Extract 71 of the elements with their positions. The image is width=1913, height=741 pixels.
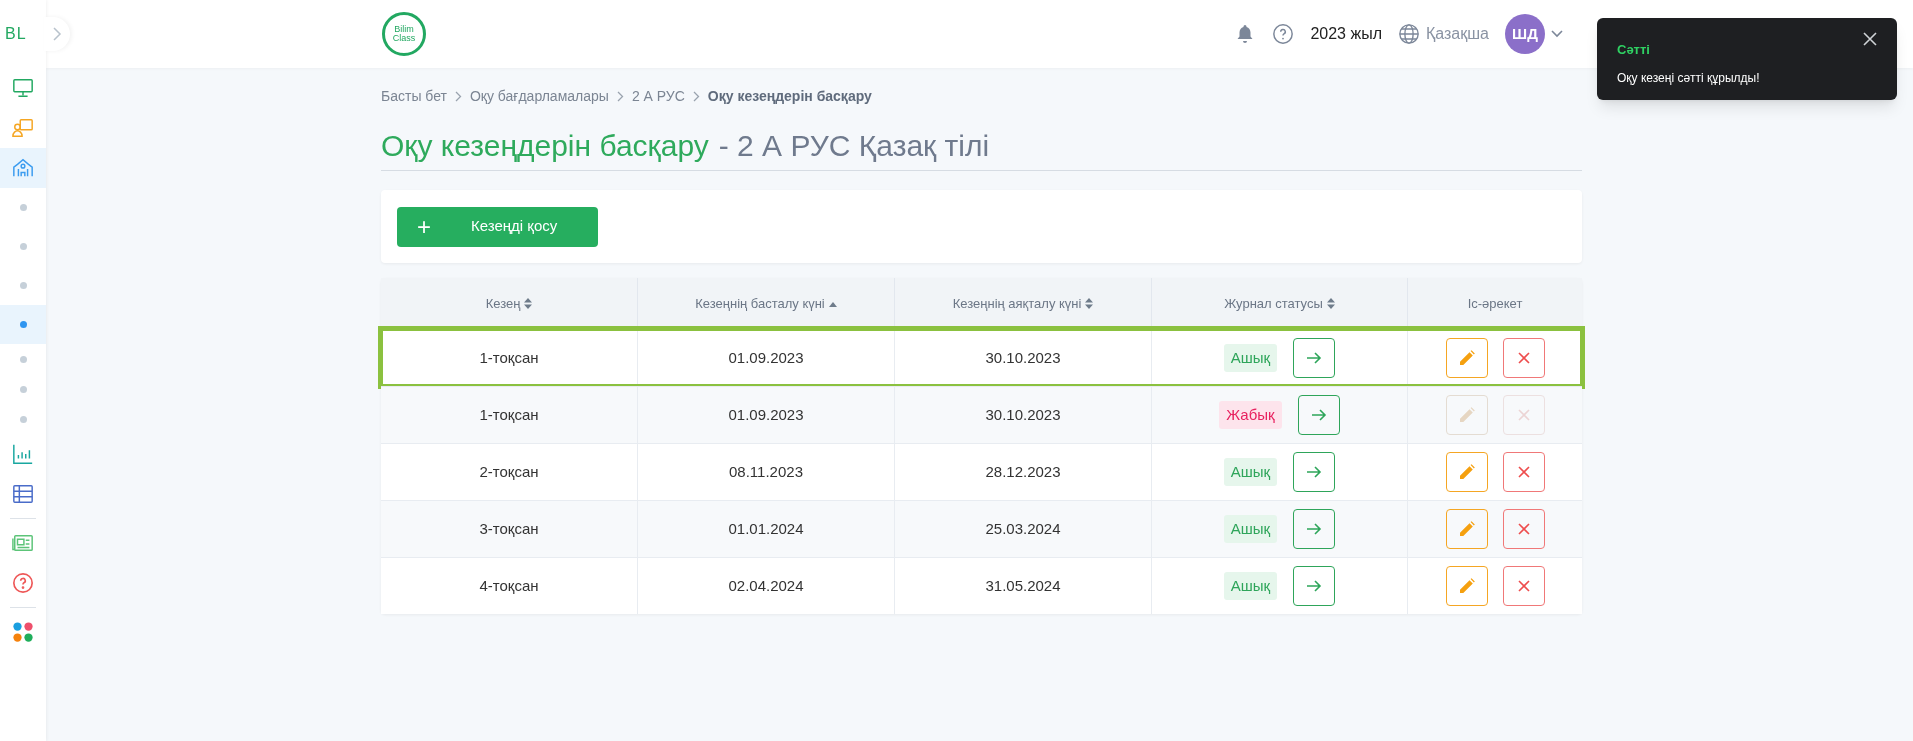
chevron-right-icon (692, 91, 700, 102)
toast-title: Сәтті (1617, 41, 1651, 59)
pencil-icon (1458, 464, 1475, 480)
close-icon (1516, 465, 1531, 479)
status-badge: Ашық (1223, 343, 1278, 373)
edit-button[interactable] (1445, 566, 1488, 606)
school-icon (12, 157, 34, 179)
table-icon (12, 483, 34, 505)
open-journal-button[interactable] (1293, 509, 1336, 549)
year-selector[interactable]: 2023 жыл (1310, 22, 1382, 46)
close-icon (1516, 408, 1531, 422)
sidebar-item[interactable] (0, 148, 46, 188)
close-icon[interactable] (1863, 32, 1877, 46)
edit-button[interactable] (1445, 509, 1488, 549)
pencil-icon (1458, 578, 1475, 594)
chevron-right-icon (52, 27, 62, 41)
bilim-class-logo[interactable]: Bilim Class (382, 12, 426, 56)
status-badge: Ашық (1223, 514, 1278, 544)
bell-icon[interactable] (1236, 24, 1255, 44)
language-selector[interactable]: Қазақша (1426, 22, 1489, 46)
bar-chart-icon (12, 443, 34, 465)
breadcrumb-item[interactable]: 2 А РУС (631, 86, 685, 107)
delete-button[interactable] (1502, 509, 1545, 549)
pencil-icon (1458, 521, 1475, 537)
open-journal-button[interactable] (1297, 395, 1340, 435)
chevron-right-icon (616, 91, 624, 102)
column-header: Іс-әрекет (1466, 294, 1524, 313)
edit-button[interactable] (1445, 338, 1488, 378)
arrow-right-icon (1306, 465, 1323, 479)
arrow-right-icon (1306, 522, 1323, 536)
page-title: Оқу кезеңдерін басқару (381, 128, 709, 164)
delete-button[interactable] (1502, 566, 1545, 606)
monitor-icon (12, 77, 34, 99)
delete-button[interactable] (1502, 452, 1545, 492)
table-cell: 4-тоқсан (381, 558, 638, 614)
chevron-down-icon[interactable] (1551, 30, 1563, 38)
pencil-icon (1458, 407, 1475, 423)
open-journal-button[interactable] (1293, 452, 1336, 492)
user-avatar[interactable]: ШД (1505, 14, 1545, 54)
chevron-right-icon (454, 91, 462, 102)
sidebar-item[interactable] (0, 305, 46, 344)
add-period-button[interactable]: + Кезеңді қосу (397, 206, 598, 247)
close-icon (1516, 579, 1531, 593)
sidebar-logo[interactable]: BL (5, 22, 27, 46)
delete-button[interactable] (1502, 338, 1545, 378)
close-icon (1516, 522, 1531, 536)
help-icon[interactable] (1272, 23, 1295, 45)
status-badge: Ашық (1223, 571, 1278, 601)
close-icon (1516, 351, 1531, 365)
toast-message: Оқу кезеңі сәтті құрылды! (1617, 69, 1761, 87)
table-cell: 02.04.2024 (638, 558, 895, 614)
arrow-right-icon (1310, 408, 1327, 422)
newspaper-icon (12, 532, 34, 554)
status-badge: Ашық (1223, 457, 1278, 487)
apps-icon (12, 621, 34, 643)
pencil-icon (1458, 350, 1475, 366)
open-journal-button[interactable] (1293, 566, 1336, 606)
edit-button[interactable] (1445, 452, 1488, 492)
arrow-right-icon (1306, 351, 1323, 365)
globe-icon[interactable] (1398, 23, 1420, 45)
table-cell: 31.05.2024 (895, 558, 1152, 614)
breadcrumb-item[interactable]: Оқу бағдарламалары (469, 86, 609, 107)
expand-button[interactable] (44, 17, 70, 51)
presenter-icon (12, 117, 34, 139)
help-icon (12, 572, 34, 594)
breadcrumb-item[interactable]: Басты бет (381, 86, 447, 107)
page-subtitle: - 2 А РУС Қазақ тілі (718, 128, 990, 164)
arrow-right-icon (1306, 579, 1323, 593)
breadcrumb-item: Оқу кезеңдерін басқару (707, 87, 872, 106)
status-badge: Жабық (1219, 400, 1282, 430)
open-journal-button[interactable] (1293, 338, 1336, 378)
